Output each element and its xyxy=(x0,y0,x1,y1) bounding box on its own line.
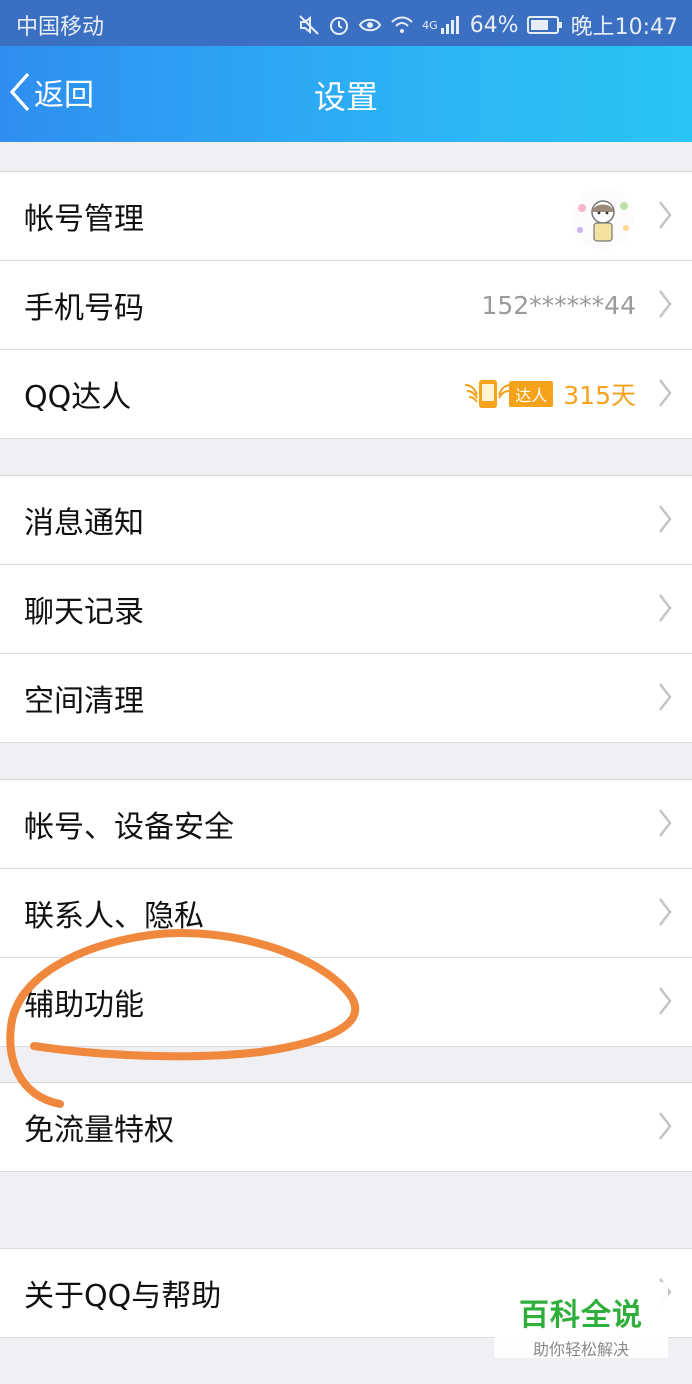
watermark-title: 百科全说 xyxy=(519,1298,643,1333)
row-account-management[interactable]: 帐号管理 xyxy=(0,172,692,261)
row-label: 手机号码 xyxy=(24,291,144,326)
winged-phone-icon xyxy=(465,380,512,408)
settings-group-messages: 消息通知 聊天记录 空间清理 xyxy=(0,475,692,743)
network-type: 4G xyxy=(422,18,438,32)
chevron-right-icon xyxy=(659,809,672,837)
row-label: 辅助功能 xyxy=(24,988,144,1023)
row-label: 帐号管理 xyxy=(24,202,144,237)
daren-tag: 达人 xyxy=(509,381,554,407)
signal-icon xyxy=(440,16,459,34)
chevron-right-icon xyxy=(659,379,672,407)
row-label: 联系人、隐私 xyxy=(24,899,204,934)
row-label: 免流量特权 xyxy=(24,1113,174,1148)
avatar xyxy=(572,188,634,250)
daren-badge: 达人 xyxy=(463,377,554,411)
page-title: 设置 xyxy=(313,78,378,116)
row-phone-number[interactable]: 手机号码 152******44 xyxy=(0,261,692,350)
row-label: 空间清理 xyxy=(24,684,144,719)
watermark-logo: 百科全说 助你轻松解决 xyxy=(494,1282,668,1359)
row-free-data-privilege[interactable]: 免流量特权 xyxy=(0,1083,692,1171)
row-accessibility[interactable]: 辅助功能 xyxy=(0,958,692,1046)
row-label: 消息通知 xyxy=(24,506,144,541)
row-storage-cleanup[interactable]: 空间清理 xyxy=(0,654,692,742)
chevron-right-icon xyxy=(659,683,672,711)
row-chat-history[interactable]: 聊天记录 xyxy=(0,565,692,654)
row-label: 聊天记录 xyxy=(24,595,144,630)
row-message-notifications[interactable]: 消息通知 xyxy=(0,476,692,565)
battery-icon xyxy=(526,16,562,34)
chevron-right-icon xyxy=(659,201,672,229)
chevron-right-icon xyxy=(659,987,672,1015)
phone-number-value: 152******44 xyxy=(481,290,636,320)
settings-group-free-data: 免流量特权 xyxy=(0,1082,692,1172)
chevron-right-icon xyxy=(659,898,672,926)
row-qq-daren[interactable]: QQ达人 达人 315天 xyxy=(0,350,692,438)
carrier-name: 中国移动 xyxy=(16,15,105,40)
battery-percent: 64% xyxy=(469,12,519,38)
wifi-icon xyxy=(391,16,413,33)
row-contacts-privacy[interactable]: 联系人、隐私 xyxy=(0,869,692,958)
daren-status: 达人 315天 xyxy=(463,376,636,412)
eye-icon xyxy=(359,18,382,32)
mute-icon xyxy=(299,15,319,35)
chevron-right-icon xyxy=(659,505,672,533)
row-label: 关于QQ与帮助 xyxy=(24,1279,222,1314)
watermark-subtitle: 助你轻松解决 xyxy=(532,1340,629,1359)
clock: 晚上10:47 xyxy=(570,15,678,40)
row-label: QQ达人 xyxy=(24,380,132,415)
daren-days: 315天 xyxy=(563,381,636,410)
chevron-right-icon xyxy=(659,594,672,622)
settings-group-security: 帐号、设备安全 联系人、隐私 辅助功能 xyxy=(0,779,692,1047)
alarm-icon xyxy=(330,17,349,35)
chevron-right-icon xyxy=(659,290,672,318)
settings-group-account: 帐号管理 手机号码 152******44 QQ达人 达人 315天 xyxy=(0,171,692,439)
nav-bar: 返回 设置 xyxy=(0,46,692,142)
status-bar: 中国移动 4G 64% 晚上10:47 xyxy=(0,0,692,46)
row-account-device-security[interactable]: 帐号、设备安全 xyxy=(0,780,692,869)
row-label: 帐号、设备安全 xyxy=(24,810,234,845)
chevron-right-icon xyxy=(659,1112,672,1140)
